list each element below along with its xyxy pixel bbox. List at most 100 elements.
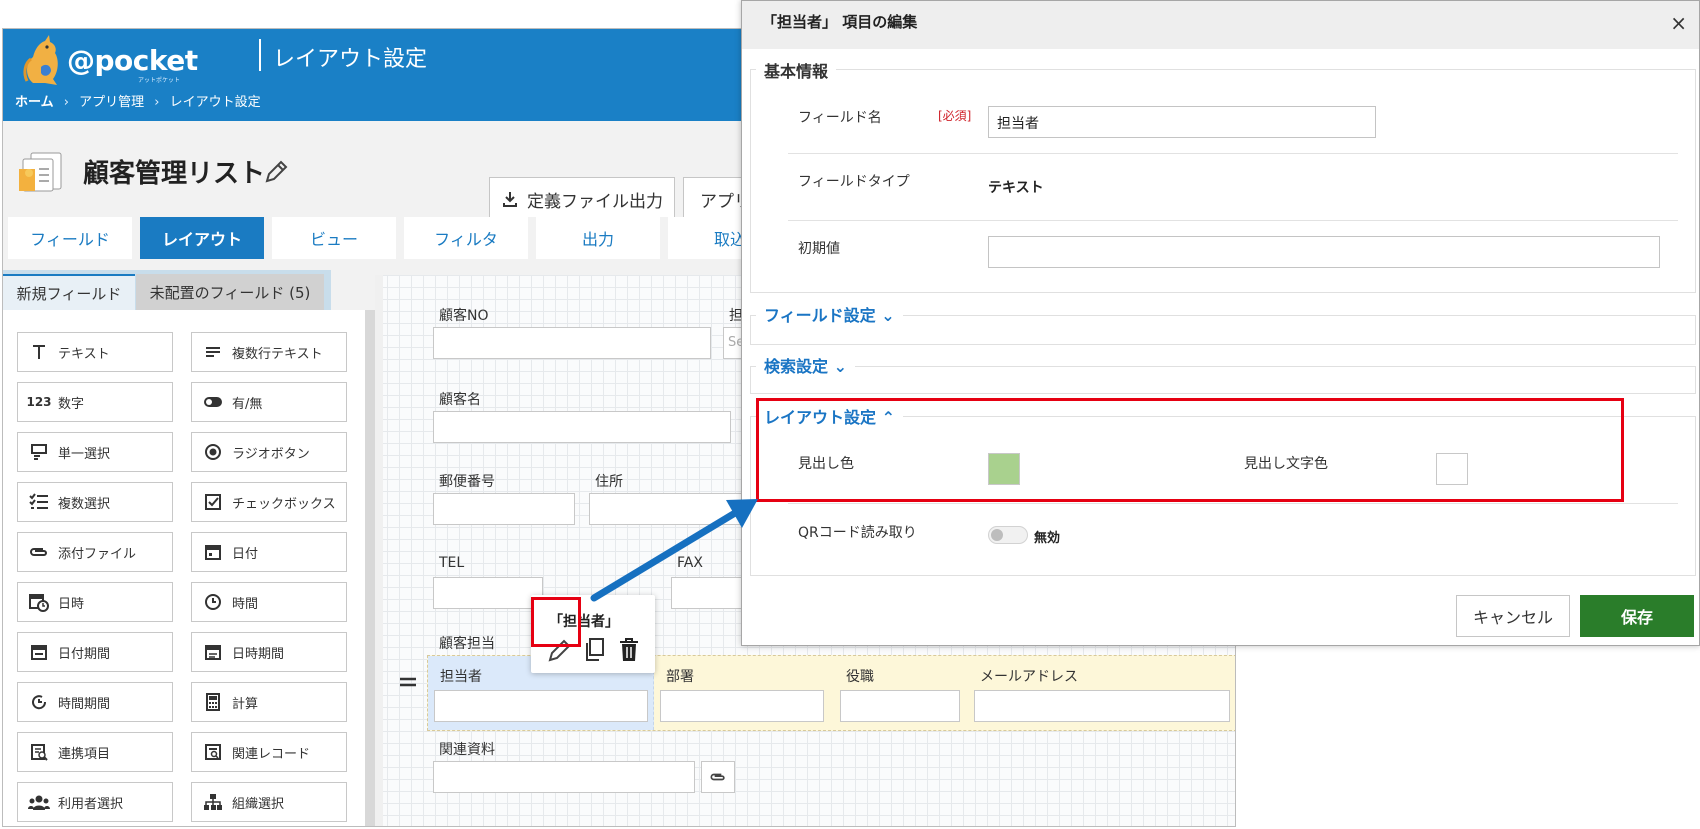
drag-handle-icon[interactable] — [399, 675, 417, 689]
palette-item-label: 添付ファイル — [58, 546, 137, 562]
palette-item-label: 時間 — [232, 596, 259, 612]
canvas-edge — [375, 275, 383, 826]
modal-title: 「担当者」 項目の編集 — [762, 13, 918, 31]
single-select-icon — [28, 441, 50, 463]
palette-item-user-select[interactable]: 利用者選択 — [17, 782, 173, 822]
divider — [788, 503, 1678, 504]
group-input-department[interactable] — [660, 690, 824, 722]
palette-item-org-select[interactable]: 組織選択 — [191, 782, 347, 822]
export-definition-button[interactable]: 定義ファイル出力 — [489, 177, 675, 221]
group-label-email: メールアドレス — [980, 669, 1078, 685]
palette-item-label: 日付期間 — [58, 646, 111, 662]
tab-output[interactable]: 出力 — [536, 217, 660, 259]
palette-item-number[interactable]: 123 数字 — [17, 382, 173, 422]
palette-item-yesno[interactable]: 有/無 — [191, 382, 347, 422]
layout-settings-label: レイアウト設定 — [764, 408, 877, 427]
palette-item-label: ラジオボタン — [232, 446, 310, 462]
field-related-docs[interactable] — [433, 761, 695, 793]
clock-icon — [202, 591, 224, 613]
field-label-customer-owner: 顧客担当 — [439, 636, 495, 652]
palette-item-label: 計算 — [232, 696, 259, 712]
text-icon — [28, 341, 50, 363]
tab-view[interactable]: ビュー — [272, 217, 396, 259]
qr-toggle[interactable] — [988, 526, 1028, 544]
modal-header: 「担当者」 項目の編集 × — [742, 1, 1699, 49]
datetime-icon — [28, 591, 50, 613]
field-customer-name[interactable] — [433, 411, 731, 443]
palette-item-checkbox[interactable]: チェックボックス — [191, 482, 347, 522]
breadcrumb-app-admin[interactable]: アプリ管理 — [79, 95, 144, 110]
palette-item-date[interactable]: 日付 — [191, 532, 347, 572]
palette-item-calc[interactable]: 計算 — [191, 682, 347, 722]
palette-item-label: 日時期間 — [232, 646, 285, 662]
field-tel[interactable] — [433, 577, 543, 609]
header-divider — [259, 39, 261, 71]
palette-item-multiline[interactable]: 複数行テキスト — [191, 332, 347, 372]
number-icon: 123 — [26, 395, 52, 409]
input-field-name[interactable]: 担当者 — [988, 106, 1376, 138]
toggle-field-settings[interactable]: フィールド設定 ⌄ — [756, 302, 903, 326]
related-record-icon — [202, 741, 224, 763]
heading-text-color-swatch[interactable] — [1436, 453, 1468, 485]
palette-item-attachment[interactable]: 添付ファイル — [17, 532, 173, 572]
breadcrumb-separator: › — [63, 95, 69, 110]
field-postal[interactable] — [433, 493, 575, 525]
group-input-title[interactable] — [840, 690, 960, 722]
pencil-icon[interactable] — [263, 159, 289, 185]
toggle-layout-settings[interactable]: レイアウト設定 ⌃ — [756, 404, 903, 428]
breadcrumb-layout: レイアウト設定 — [169, 95, 261, 110]
palette-item-date-range[interactable]: 日付期間 — [17, 632, 173, 672]
palette-item-label: 連携項目 — [58, 746, 111, 762]
tab-unplaced-fields[interactable]: 未配置のフィールド (5) — [136, 274, 324, 310]
time-range-icon — [28, 691, 50, 713]
tab-filter[interactable]: フィルタ — [404, 217, 528, 259]
field-palette: テキスト 複数行テキスト 123 数字 有/無 単一選択 ラジオボタン 複数選択 — [3, 310, 375, 826]
breadcrumb: ホーム › アプリ管理 › レイアウト設定 — [15, 91, 267, 110]
palette-item-label: 組織選択 — [232, 796, 285, 812]
tab-field[interactable]: フィールド — [8, 217, 132, 259]
required-badge: [必須] — [938, 109, 972, 123]
chevron-up-icon: ⌃ — [881, 408, 895, 427]
breadcrumb-home[interactable]: ホーム — [15, 95, 54, 110]
input-default-value[interactable] — [988, 236, 1660, 268]
palette-item-time[interactable]: 時間 — [191, 582, 347, 622]
attach-button[interactable] — [701, 761, 735, 793]
tab-layout[interactable]: レイアウト — [140, 217, 264, 259]
palette-item-datetime[interactable]: 日時 — [17, 582, 173, 622]
palette-item-time-range[interactable]: 時間期間 — [17, 682, 173, 722]
save-button[interactable]: 保存 — [1580, 595, 1694, 637]
label-field-name: フィールド名 — [798, 110, 882, 126]
value-field-type: テキスト — [988, 180, 1044, 196]
palette-item-radio[interactable]: ラジオボタン — [191, 432, 347, 472]
field-label-postal: 郵便番号 — [439, 474, 495, 490]
linked-item-icon — [28, 741, 50, 763]
page-title: レイアウト設定 — [273, 47, 428, 72]
palette-item-related-record[interactable]: 関連レコード — [191, 732, 347, 772]
palette-scrollbar[interactable] — [365, 310, 375, 826]
heading-color-swatch[interactable] — [988, 453, 1020, 485]
toggle-search-settings[interactable]: 検索設定 ⌄ — [756, 353, 855, 377]
group-input-assignee[interactable] — [434, 690, 648, 722]
palette-item-label: 複数選択 — [58, 496, 111, 512]
trash-icon[interactable] — [617, 637, 641, 663]
cancel-button[interactable]: キャンセル — [1456, 595, 1570, 637]
edit-field-modal: 「担当者」 項目の編集 × 基本情報 フィールド名 [必須] 担当者 フィールド… — [741, 0, 1700, 646]
field-customer-no[interactable] — [433, 327, 711, 359]
app-name: 顧客管理リスト — [83, 159, 266, 189]
palette-item-multi-select[interactable]: 複数選択 — [17, 482, 173, 522]
label-heading-color: 見出し色 — [798, 456, 854, 472]
copy-icon[interactable] — [583, 637, 607, 663]
chevron-down-icon: ⌄ — [881, 306, 895, 325]
palette-item-linked[interactable]: 連携項目 — [17, 732, 173, 772]
field-label-address: 住所 — [595, 474, 623, 490]
palette-item-label: 有/無 — [232, 396, 263, 412]
close-icon[interactable]: × — [1670, 11, 1687, 35]
tab-new-field[interactable]: 新規フィールド — [3, 274, 135, 310]
multiline-icon — [202, 341, 224, 363]
field-label-customer-no: 顧客NO — [439, 308, 489, 324]
palette-item-single-select[interactable]: 単一選択 — [17, 432, 173, 472]
group-input-email[interactable] — [974, 690, 1230, 722]
palette-item-text[interactable]: テキスト — [17, 332, 173, 372]
palette-item-datetime-range[interactable]: 日時期間 — [191, 632, 347, 672]
export-definition-label: 定義ファイル出力 — [527, 191, 663, 212]
